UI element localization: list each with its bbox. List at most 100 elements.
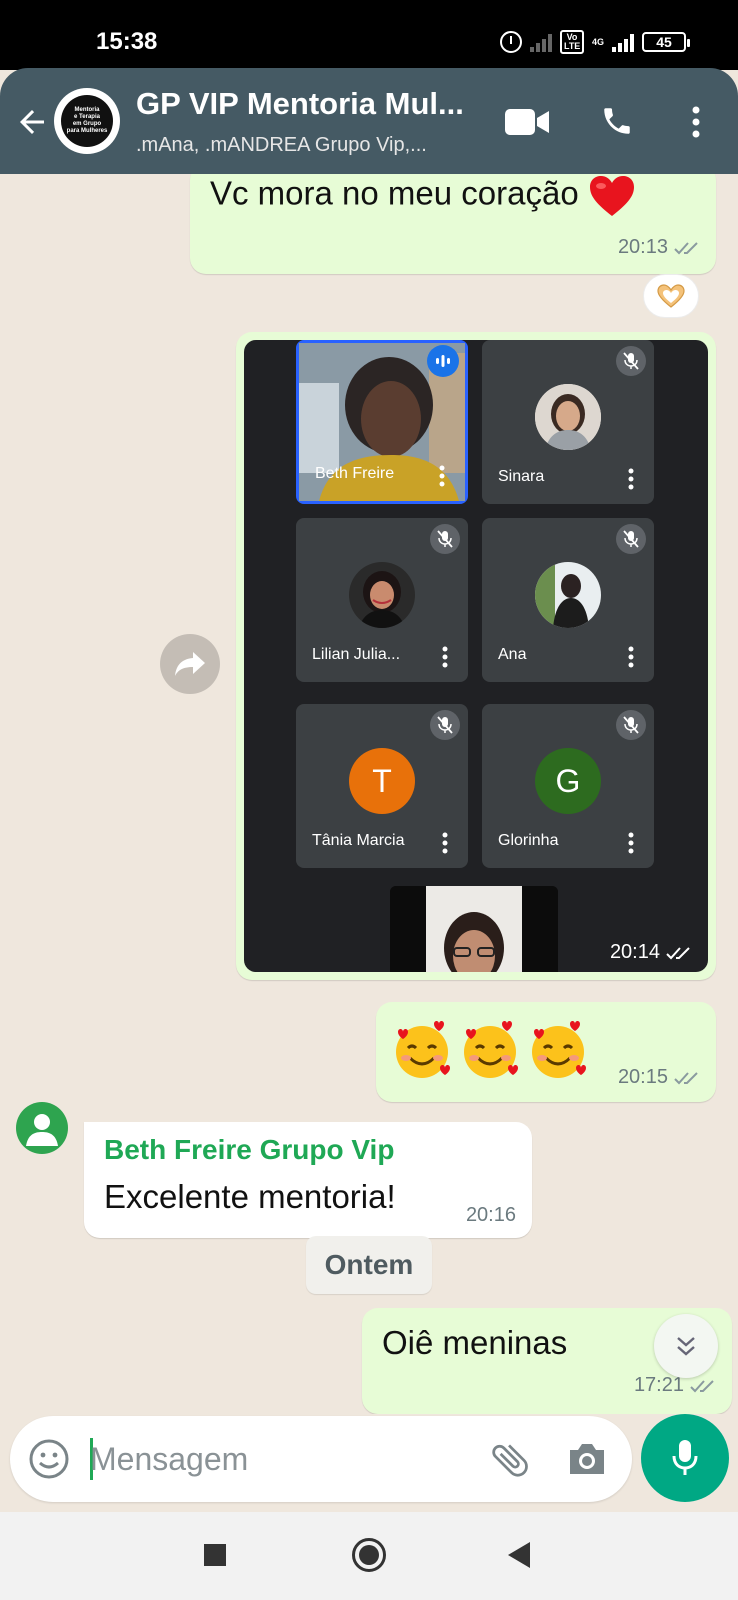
message-meta: 20:13 bbox=[618, 236, 702, 259]
group-avatar[interactable]: Mentoria e Terapia em Grupo para Mulhere… bbox=[54, 88, 120, 154]
double-check-icon bbox=[666, 946, 690, 959]
self-view-image bbox=[390, 886, 558, 972]
message-text: Oiê meninas bbox=[382, 1324, 568, 1361]
signal-icon-sim2 bbox=[612, 32, 634, 52]
forward-button[interactable] bbox=[160, 634, 220, 694]
red-heart-emoji-icon bbox=[589, 176, 634, 216]
speaking-indicator-icon bbox=[427, 345, 459, 377]
system-back-button[interactable] bbox=[508, 1542, 530, 1568]
status-bar: 15:38 Vo LTE 4G 45 bbox=[0, 0, 738, 70]
date-separator: Ontem bbox=[306, 1236, 432, 1294]
message-time: 20:15 bbox=[617, 1066, 668, 1088]
participant-initial-avatar: T bbox=[349, 748, 415, 814]
default-user-icon bbox=[26, 1114, 58, 1146]
participant-name: Tânia Marcia bbox=[312, 832, 405, 849]
avatar-line: e Terapia bbox=[74, 114, 100, 120]
avatar-line: para Mulheres bbox=[66, 128, 108, 134]
participant-menu-icon bbox=[439, 465, 445, 487]
smiling-face-with-hearts-emoji-icon bbox=[464, 1021, 518, 1078]
message-time: 17:21 bbox=[633, 1374, 684, 1396]
participant-name: Glorinha bbox=[498, 832, 559, 849]
participant-menu-icon bbox=[628, 832, 634, 854]
avatar-line: em Grupo bbox=[72, 121, 102, 127]
incoming-message-bubble[interactable]: Beth Freire Grupo Vip Excelente mentoria… bbox=[84, 1122, 532, 1238]
chat-messages[interactable]: Vc mora no meu coração 20:13 Beth Freire… bbox=[0, 174, 738, 1414]
outgoing-message-bubble[interactable]: 🥰🥰🥰 20:15 bbox=[376, 1002, 716, 1102]
participant-tile: Beth Freire bbox=[296, 340, 468, 504]
forward-arrow-icon bbox=[175, 652, 205, 676]
home-button[interactable] bbox=[352, 1538, 386, 1572]
mic-off-icon bbox=[430, 524, 460, 554]
alarm-icon bbox=[499, 31, 522, 53]
participant-menu-icon bbox=[442, 832, 448, 854]
emoji-row bbox=[390, 1018, 590, 1082]
image-meta: 20:14 bbox=[610, 941, 694, 964]
participant-tile: Sinara bbox=[482, 340, 654, 504]
avatar-line: Mentoria bbox=[74, 107, 100, 113]
microphone-icon bbox=[672, 1440, 698, 1475]
sender-avatar[interactable] bbox=[16, 1102, 68, 1154]
mic-off-icon bbox=[616, 710, 646, 740]
network-type: 4G bbox=[591, 37, 604, 47]
message-reaction[interactable] bbox=[643, 274, 699, 318]
group-title[interactable]: GP VIP Mentoria Mul... bbox=[136, 86, 464, 122]
camera-icon[interactable] bbox=[566, 1440, 608, 1478]
message-meta: 20:16 bbox=[466, 1204, 516, 1227]
participant-initial-avatar: G bbox=[535, 748, 601, 814]
participant-name: Sinara bbox=[498, 468, 545, 485]
emoji-only-text: 🥰🥰🥰 bbox=[376, 1002, 377, 1003]
participant-tile: Lilian Julia... bbox=[296, 518, 468, 682]
emoji-icon[interactable] bbox=[28, 1438, 70, 1480]
message-text: Vc mora no meu coração bbox=[210, 174, 579, 212]
volte-icon: Vo LTE bbox=[559, 30, 584, 54]
message-text-row: Vc mora no meu coração bbox=[210, 174, 636, 218]
participant-menu-icon bbox=[628, 646, 634, 668]
double-check-icon bbox=[690, 1379, 714, 1392]
participant-menu-icon bbox=[442, 646, 448, 668]
more-options-icon[interactable] bbox=[686, 104, 706, 140]
mic-off-icon bbox=[430, 710, 460, 740]
self-view-video bbox=[390, 886, 558, 972]
message-text: Excelente mentoria! bbox=[104, 1178, 396, 1215]
participant-avatar bbox=[349, 562, 415, 628]
recent-apps-button[interactable] bbox=[204, 1544, 226, 1566]
signal-icon-sim1 bbox=[529, 32, 552, 52]
double-check-icon bbox=[674, 1071, 698, 1084]
smiling-face-with-hearts-emoji-icon bbox=[532, 1021, 586, 1078]
participant-name: Beth Freire bbox=[315, 465, 395, 482]
voice-message-button[interactable] bbox=[641, 1414, 729, 1502]
double-check-icon bbox=[674, 241, 698, 254]
status-time: 15:38 bbox=[96, 28, 158, 55]
battery-level: 45 bbox=[656, 34, 672, 50]
message-time: 20:16 bbox=[465, 1204, 516, 1226]
smiling-face-with-hearts-emoji-icon bbox=[396, 1021, 450, 1078]
participant-tile: G Glorinha bbox=[482, 704, 654, 868]
battery-icon: 45 bbox=[642, 32, 690, 52]
participant-avatar bbox=[535, 562, 601, 628]
message-meta: 20:15 bbox=[618, 1066, 702, 1089]
meet-screenshot-image[interactable]: Beth Freire Sinara Lilian Julia... Ana T… bbox=[244, 340, 708, 972]
participant-tile: T Tânia Marcia bbox=[296, 704, 468, 868]
double-chevron-down-icon bbox=[677, 1337, 695, 1356]
message-meta: 17:21 bbox=[634, 1374, 718, 1397]
scroll-to-bottom-button[interactable] bbox=[654, 1314, 718, 1378]
back-arrow-icon[interactable] bbox=[14, 104, 50, 140]
video-call-icon[interactable] bbox=[504, 106, 550, 138]
message-composer bbox=[10, 1416, 632, 1502]
heart-hands-emoji-icon bbox=[657, 284, 685, 308]
mic-off-icon bbox=[616, 346, 646, 376]
outgoing-message-bubble[interactable]: Vc mora no meu coração 20:13 bbox=[190, 174, 716, 274]
participant-tile: Ana bbox=[482, 518, 654, 682]
system-navigation-bar bbox=[0, 1512, 738, 1600]
attach-icon[interactable] bbox=[488, 1438, 532, 1482]
participant-name: Lilian Julia... bbox=[312, 646, 401, 663]
group-members[interactable]: .mAna, .mANDREA Grupo Vip,... bbox=[136, 134, 427, 157]
participant-avatar bbox=[535, 384, 601, 450]
chat-header: Mentoria e Terapia em Grupo para Mulhere… bbox=[0, 68, 738, 174]
status-icons: Vo LTE 4G 45 bbox=[499, 30, 690, 54]
message-time: 20:14 bbox=[609, 941, 660, 963]
voice-call-icon[interactable] bbox=[600, 104, 634, 138]
sender-name[interactable]: Beth Freire Grupo Vip bbox=[104, 1134, 394, 1166]
message-input[interactable] bbox=[90, 1434, 470, 1484]
participant-menu-icon bbox=[628, 468, 634, 490]
